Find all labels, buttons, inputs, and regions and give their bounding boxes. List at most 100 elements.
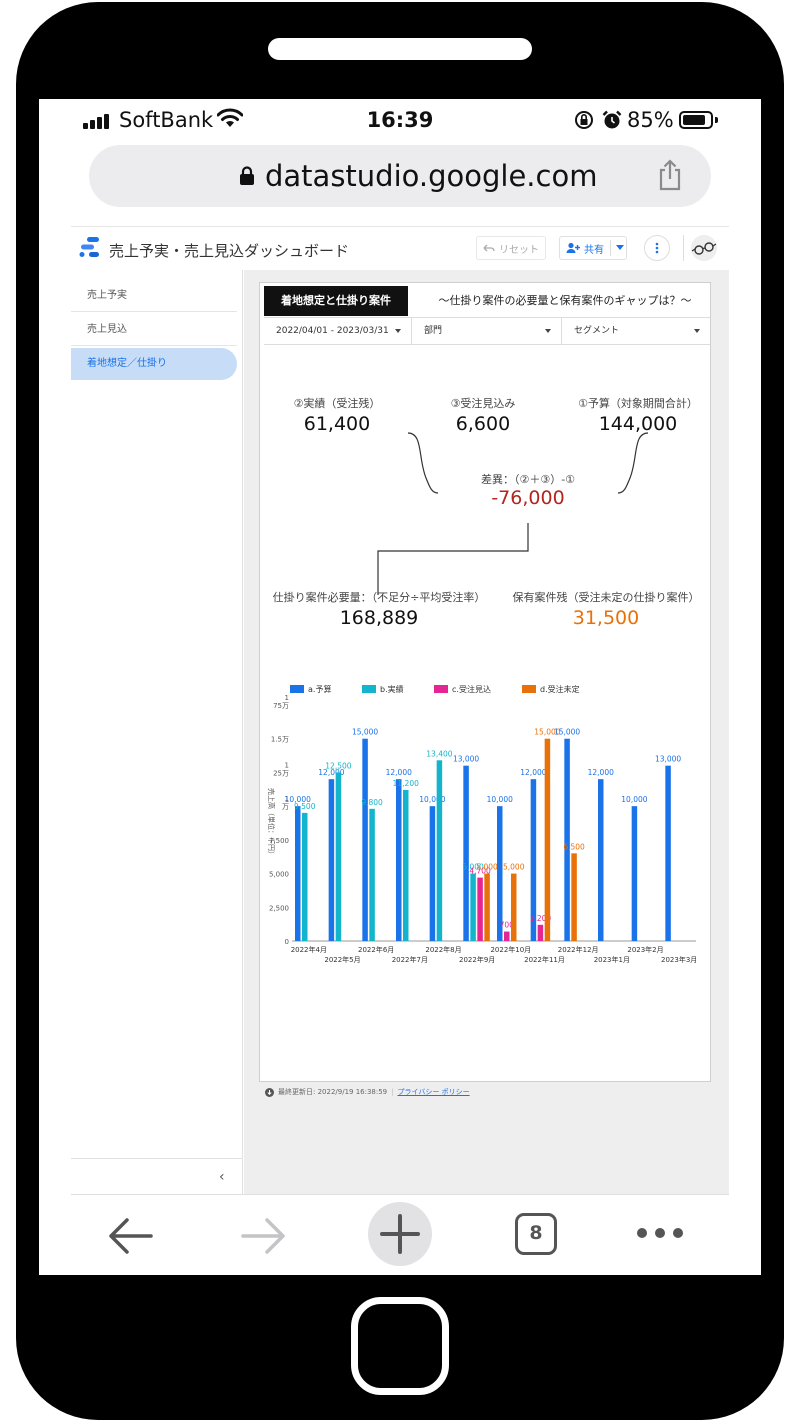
data-label: 9,800 [361,798,383,807]
data-label: 12,000 [386,768,412,777]
bar [484,873,490,941]
home-button[interactable] [351,1297,449,1395]
undo-icon [483,244,495,252]
y-axis-title: 売上高（単位：千円） [267,788,276,858]
y-tick-label: 1.5万 [271,736,289,744]
browser-toolbar: 8 [71,1194,729,1275]
report-header: 売上予実・売上見込ダッシュボード リセット 共有 [71,226,729,270]
share-button[interactable]: 共有 [559,236,627,260]
new-tab-button[interactable] [368,1202,432,1266]
y-tick-label: 1 [285,694,289,702]
bar [436,760,443,941]
x-tick-label: 2022年4月 [291,945,327,954]
report-footer: 最終更新日: 2022/9/19 16:38:59 | プライバシー ポリシー [265,1087,470,1097]
header-divider [683,235,684,261]
bar [504,931,510,941]
data-label: 11,200 [393,779,419,788]
y-tick-label: 2,500 [269,904,289,912]
legend-swatch [362,685,376,693]
bar [564,738,570,941]
download-icon [265,1087,274,1097]
legend-swatch [290,685,304,693]
orientation-lock-icon [575,111,593,129]
legend-label: c.受注見込 [452,684,491,694]
bar [328,779,335,941]
data-label: 9,500 [294,802,316,811]
data-label: 12,000 [520,768,546,777]
share-icon[interactable] [657,159,683,191]
collapse-sidebar-icon[interactable]: ‹ [219,1169,225,1185]
privacy-policy-link[interactable]: プライバシー ポリシー [398,1087,470,1097]
data-label: 15,000 [554,728,580,737]
reset-button[interactable]: リセット [476,236,546,260]
more-horizontal-icon[interactable] [636,1227,684,1239]
sidebar-item-landing-pipeline[interactable]: 着地想定／仕掛り [71,348,237,380]
legend-swatch [434,685,448,693]
x-tick-label: 2022年9月 [459,955,495,964]
x-tick-label: 2022年10月 [490,945,531,954]
reset-label: リセット [499,244,539,256]
sidebar-collapse-row: ‹ [71,1158,243,1194]
status-bar: SoftBank 16:39 85% [39,99,761,141]
bar [396,779,402,941]
bar [429,806,436,941]
monthly-sales-chart: a.予算 b.実績 c.受注見込 d.受注未定02,5005,0007,5001万12… [267,684,697,964]
y-tick-label: 25万 [273,769,289,777]
x-tick-label: 2022年12月 [558,945,599,954]
phone-screen: SoftBank 16:39 85% datastudio.google.com [39,99,761,1275]
phone-speaker [268,38,532,60]
y-tick-label: 万 [282,803,289,811]
forward-arrow-icon[interactable] [241,1217,287,1255]
y-tick-label: 75万 [273,702,289,710]
legend-label: b.実績 [380,684,404,694]
sidebar-item-budget-actual[interactable]: 売上予実 [71,280,237,312]
avatar[interactable] [691,235,717,261]
bar [571,853,577,941]
y-tick-label: 0 [285,938,289,946]
more-options-button[interactable] [644,235,670,261]
data-label: 12,000 [588,768,614,777]
tab-switcher-button[interactable]: 8 [515,1213,557,1255]
bar [463,765,469,941]
bar [511,873,517,941]
last-updated-text: 最終更新日: 2022/9/19 16:38:59 [278,1088,388,1096]
report-sidebar: 売上予実 売上見込 着地想定／仕掛り ‹ [71,270,243,1194]
lock-icon [240,166,254,185]
x-tick-label: 2022年8月 [425,945,461,954]
back-arrow-icon[interactable] [107,1217,153,1255]
bar [598,779,604,941]
report-title: 売上予実・売上見込ダッシュボード [109,242,350,260]
y-tick-label: 1 [285,761,289,769]
url-text: datastudio.google.com [265,159,598,193]
data-label: 10,000 [487,795,513,804]
address-bar[interactable]: datastudio.google.com [89,145,711,207]
add-person-icon [566,242,580,253]
legend-swatch [522,685,536,693]
bar [477,877,483,941]
battery-icon [679,111,713,129]
bar [537,924,544,941]
data-label: 13,400 [426,749,452,758]
data-label: 10,000 [621,795,647,804]
x-tick-label: 2023年1月 [594,955,630,964]
bar [665,765,671,941]
share-label: 共有 [584,244,604,256]
share-dropdown-icon[interactable] [616,245,624,250]
bar [295,806,301,941]
x-tick-label: 2023年2月 [627,945,663,954]
data-label: 13,000 [655,755,681,764]
sidebar-item-forecast[interactable]: 売上見込 [71,314,237,346]
bar [362,738,368,941]
data-label: 5,000 [503,863,525,872]
bar [631,806,638,941]
x-tick-label: 2022年5月 [324,955,360,964]
bar [302,812,308,941]
report-page: 着地想定と仕掛り案件 ～仕掛り案件の必要量と保有案件のギャップは？～ 2022/… [259,282,711,1082]
glasses-avatar-icon [691,242,717,255]
data-label: 13,000 [453,755,479,764]
battery-tip [715,117,718,123]
data-label: 6,500 [563,842,585,851]
x-tick-label: 2022年7月 [392,955,428,964]
data-studio-logo-icon [79,237,99,257]
bar [369,808,375,941]
